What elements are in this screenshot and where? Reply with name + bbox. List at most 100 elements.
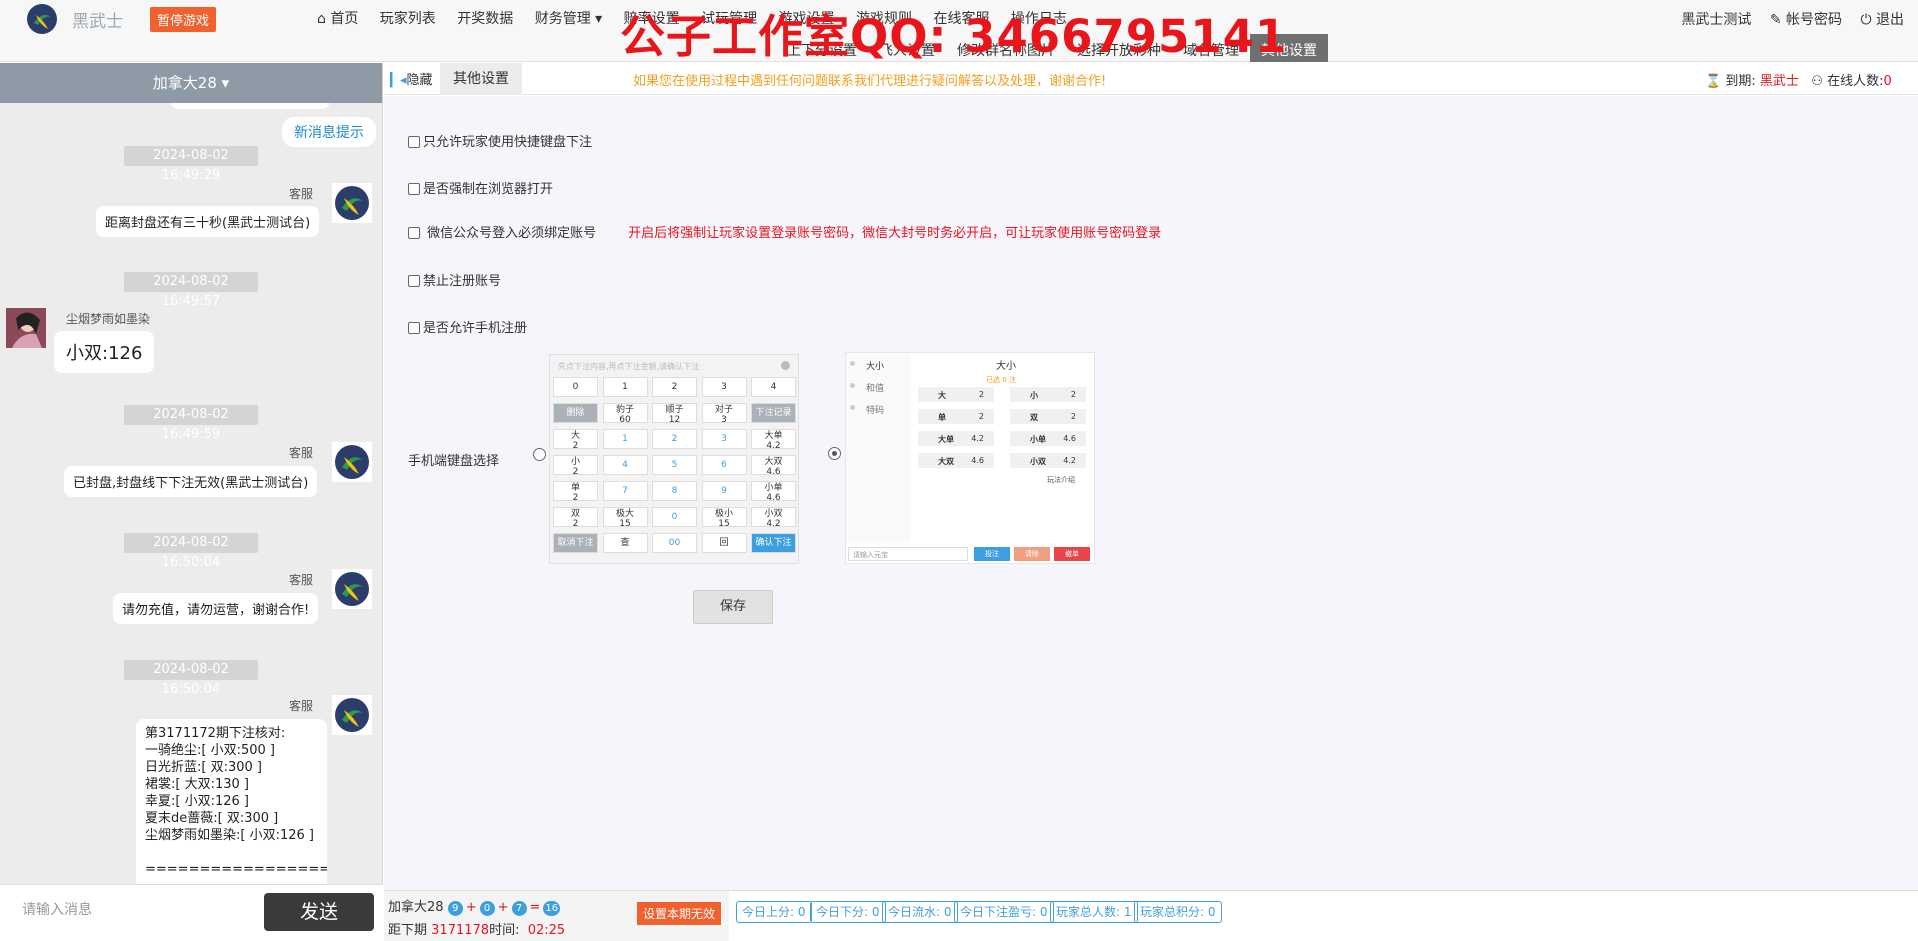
kb-key: 2 bbox=[652, 377, 697, 397]
option-phone-register[interactable]: 是否允许手机注册 bbox=[408, 317, 527, 336]
account-password-link[interactable]: ✎ 帐号密码 bbox=[1770, 12, 1842, 28]
logout-link[interactable]: ⏻ 退出 bbox=[1860, 12, 1904, 28]
logout-icon: ⏻ bbox=[1860, 12, 1872, 28]
avatar bbox=[332, 569, 372, 609]
kb-key: 00 bbox=[652, 533, 697, 553]
tab-other-settings-active[interactable]: 其他设置 bbox=[440, 63, 522, 95]
stat-today-down: 今日下分: 0 bbox=[810, 901, 886, 923]
kb-key: 9 bbox=[701, 481, 747, 501]
kb-key: 0 bbox=[652, 507, 697, 527]
option-disable-register[interactable]: 禁止注册账号 bbox=[408, 270, 501, 289]
kb-key: 查 bbox=[602, 533, 648, 553]
tab-flyer-settings[interactable]: 飞人设置 bbox=[868, 34, 946, 62]
result-sum: 16 bbox=[543, 901, 561, 916]
chat-bubble bbox=[170, 103, 330, 109]
status-bar: 加拿大28 9 +0 +7 = 16 距下期 3171178时间: 02:25 设置本期… bbox=[384, 890, 1918, 941]
option-wechat-bind[interactable]: 微信公众号登入必须绑定账号 开启后将强制让玩家设置登录账号密码，微信大封号时务必开… bbox=[408, 222, 1161, 241]
message-sender: 客服 bbox=[288, 699, 313, 713]
kb-rules-link: 玩法介绍 bbox=[1047, 476, 1075, 484]
kb-key: 2 bbox=[652, 429, 697, 449]
next-period: 距下期 3171178时间: 02:25 bbox=[388, 923, 566, 938]
user-name[interactable]: 黑武士测试 bbox=[1681, 12, 1751, 28]
nav-finance[interactable]: 财务管理 ▾ bbox=[535, 8, 602, 28]
chat-bubble: 距离封盘还有三十秒(黑武士测试台) bbox=[96, 206, 320, 237]
invalidate-period-button[interactable]: 设置本期无效 bbox=[637, 902, 722, 925]
top-navbar: 黑武士 暂停游戏 ⌂ 首页 玩家列表 开奖数据 财务管理 ▾ 赔率设置 试玩管理… bbox=[0, 0, 1918, 63]
kb-key: 0 bbox=[553, 377, 598, 397]
tab-other-settings[interactable]: 其他设置 bbox=[1250, 34, 1328, 62]
result-ball: 7 bbox=[511, 901, 527, 916]
nav-lottery-data[interactable]: 开奖数据 bbox=[457, 8, 513, 28]
nav-odds[interactable]: 赔率设置 bbox=[624, 8, 680, 28]
chat-messages[interactable]: 新消息提示 2024-08-02 16:49:29 客服 距离封盘还有三十秒(黑… bbox=[0, 103, 383, 884]
kb-odds-cell: 单2 bbox=[918, 409, 994, 424]
kb-clear-button: 清除 bbox=[1014, 547, 1050, 561]
kb-key: 极小 15 bbox=[701, 507, 747, 529]
chat-message-input[interactable]: 请输入消息 bbox=[22, 899, 252, 919]
kb-key: 大单 4.2 bbox=[751, 429, 796, 451]
send-button[interactable]: 发送 bbox=[264, 893, 374, 931]
stat-total-points: 玩家总积分: 0 bbox=[1134, 901, 1222, 923]
avatar bbox=[332, 695, 372, 735]
tab-points-settings[interactable]: 上下分设置 bbox=[776, 34, 868, 62]
nav-trial[interactable]: 试玩管理 bbox=[701, 8, 757, 28]
save-button[interactable]: 保存 bbox=[693, 590, 773, 624]
kb-key: 小 2 bbox=[553, 455, 598, 477]
room-selector[interactable]: 加拿大28 ▾ bbox=[0, 63, 382, 103]
kb-key: 4 bbox=[602, 455, 648, 475]
last-result: 加拿大28 9 +0 +7 = 16 bbox=[388, 900, 561, 916]
checkbox[interactable] bbox=[408, 136, 420, 148]
chat-bubble: 已封盘,封盘线下下注无效(黑武士测试台) bbox=[64, 466, 318, 497]
result-ball: 0 bbox=[479, 901, 495, 916]
keyboard-a-radio[interactable] bbox=[533, 448, 546, 461]
kb-odds-cell: 小2 bbox=[1010, 387, 1086, 402]
keyboard-b-radio[interactable] bbox=[828, 447, 841, 460]
tab-lottery-types[interactable]: 选择开放彩种 bbox=[1066, 34, 1172, 62]
kb-key: 4 bbox=[751, 377, 796, 397]
message-timestamp: 2024-08-02 16:49:59 bbox=[124, 405, 258, 442]
kb-key: 8 bbox=[652, 481, 697, 501]
kb-key: 大双 4.6 bbox=[751, 455, 796, 477]
nav-rules[interactable]: 游戏规则 bbox=[856, 8, 912, 28]
hide-sidebar-button[interactable]: ▎◂隐藏 bbox=[390, 69, 433, 88]
message-timestamp: 2024-08-02 16:49:57 bbox=[124, 272, 258, 309]
tab-domain[interactable]: 域名管理 bbox=[1172, 34, 1250, 62]
avatar bbox=[6, 308, 46, 348]
kb-key: 7 bbox=[602, 481, 648, 501]
logo-icon bbox=[27, 4, 57, 34]
kb-key: 确认下注 bbox=[751, 533, 796, 553]
nav-game-settings[interactable]: 游戏设置 bbox=[779, 8, 835, 28]
kb-odds-cell: 大单 4.2 bbox=[918, 431, 994, 446]
nav-logs[interactable]: 操作日志 bbox=[1011, 8, 1067, 28]
checkbox[interactable] bbox=[408, 227, 420, 239]
kb-key: 小单 4.6 bbox=[751, 481, 796, 503]
option-quick-keyboard[interactable]: 只允许玩家使用快捷键盘下注 bbox=[408, 131, 592, 150]
content-subbar: ▎◂隐藏 其他设置 如果您在使用过程中遇到任何问题联系我们代理进行疑问解答以及处… bbox=[384, 63, 1918, 95]
checkbox[interactable] bbox=[408, 322, 420, 334]
checkbox[interactable] bbox=[408, 275, 420, 287]
kb-side-item: 大小 bbox=[866, 362, 885, 372]
kb-key: 3 bbox=[701, 429, 747, 449]
notice-text: 如果您在使用过程中遇到任何问题联系我们代理进行疑问解答以及处理，谢谢合作! bbox=[633, 74, 1107, 89]
nav-player-list[interactable]: 玩家列表 bbox=[380, 8, 436, 28]
avatar bbox=[332, 183, 372, 223]
tab-group-name[interactable]: 修改群名称图片 bbox=[946, 34, 1066, 62]
avatar bbox=[332, 442, 372, 482]
chat-bubble: 第3171172期下注核对: 一骑绝尘:[ 小双:500 ] 日光折蓝:[ 双:… bbox=[136, 719, 327, 884]
message-sender: 尘烟梦雨如墨染 bbox=[66, 312, 151, 326]
kb-key: 1 bbox=[602, 429, 648, 449]
chat-input-bar: 请输入消息 发送 bbox=[0, 884, 383, 941]
result-ball: 9 bbox=[447, 901, 463, 916]
secondary-nav: 上下分设置 飞人设置 修改群名称图片 选择开放彩种 域名管理 其他设置 bbox=[776, 34, 1328, 62]
option-force-browser[interactable]: 是否强制在浏览器打开 bbox=[408, 178, 553, 197]
new-message-button[interactable]: 新消息提示 bbox=[282, 117, 376, 147]
nav-home[interactable]: ⌂ 首页 bbox=[317, 8, 358, 28]
kb-key: 顺子 12 bbox=[652, 403, 697, 425]
collapse-left-icon: ▎◂ bbox=[390, 73, 407, 88]
nav-support[interactable]: 在线客服 bbox=[933, 8, 989, 28]
kb-title: 大小 bbox=[996, 361, 1016, 372]
chat-bubble: 小双:126 bbox=[54, 331, 155, 373]
pause-game-button[interactable]: 暂停游戏 bbox=[150, 7, 217, 32]
kb-key: 豹子 60 bbox=[602, 403, 648, 425]
checkbox[interactable] bbox=[408, 183, 420, 195]
